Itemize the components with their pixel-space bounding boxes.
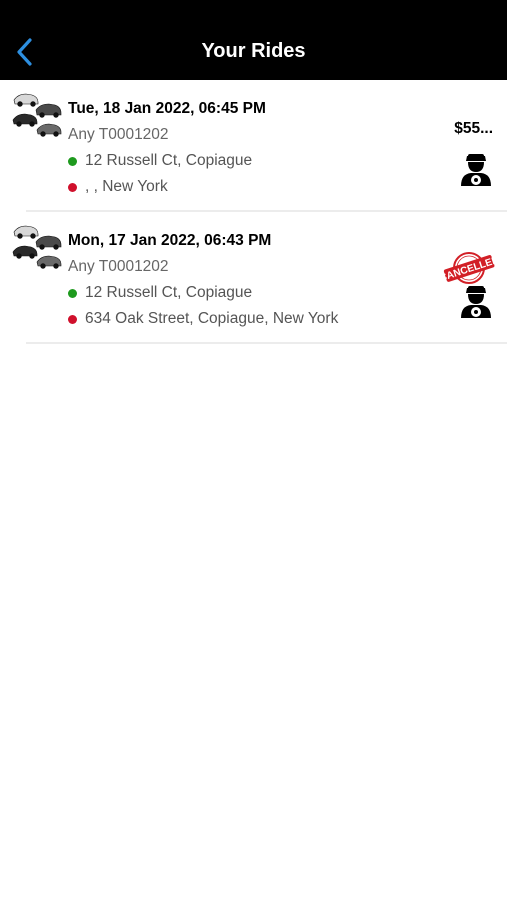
dropoff-dot-icon — [68, 314, 77, 324]
driver-icon — [461, 154, 491, 186]
dropoff-dot-icon — [68, 182, 77, 192]
pickup-location: 12 Russell Ct, Copiague — [68, 152, 252, 170]
pickup-dot-icon — [68, 288, 77, 298]
cars-icon — [12, 93, 62, 137]
vehicle-label: Any T0001202 — [68, 126, 169, 143]
vehicle-label: Any T0001202 — [68, 258, 169, 275]
page-title: Your Rides — [201, 40, 306, 62]
pickup-address: 12 Russell Ct, Copiague — [85, 284, 253, 301]
dropoff-location: , , New York — [68, 178, 168, 196]
fare-amount: $55... — [454, 120, 493, 137]
ride-date: Tue, 18 Jan 2022, 06:45 PM — [68, 100, 266, 117]
divider — [26, 342, 507, 344]
cancelled-stamp-icon: CANCELLED — [443, 252, 495, 284]
dropoff-address: 634 Oak Street, Copiague, New York — [85, 310, 339, 327]
pickup-address: 12 Russell Ct, Copiague — [85, 152, 253, 169]
ride-list-item[interactable]: Tue, 18 Jan 2022, 06:45 PM Any T0001202 … — [0, 80, 507, 212]
pickup-dot-icon — [68, 156, 77, 166]
pickup-location: 12 Russell Ct, Copiague — [68, 284, 252, 302]
cars-icon — [12, 225, 62, 269]
dropoff-address: , , New York — [85, 178, 168, 195]
nav-bar: Your Rides — [0, 0, 507, 80]
driver-icon — [461, 286, 491, 318]
ride-list-item[interactable]: Mon, 17 Jan 2022, 06:43 PM Any T0001202 … — [0, 212, 507, 344]
dropoff-location: 634 Oak Street, Copiague, New York — [68, 310, 338, 328]
ride-date: Mon, 17 Jan 2022, 06:43 PM — [68, 232, 272, 249]
